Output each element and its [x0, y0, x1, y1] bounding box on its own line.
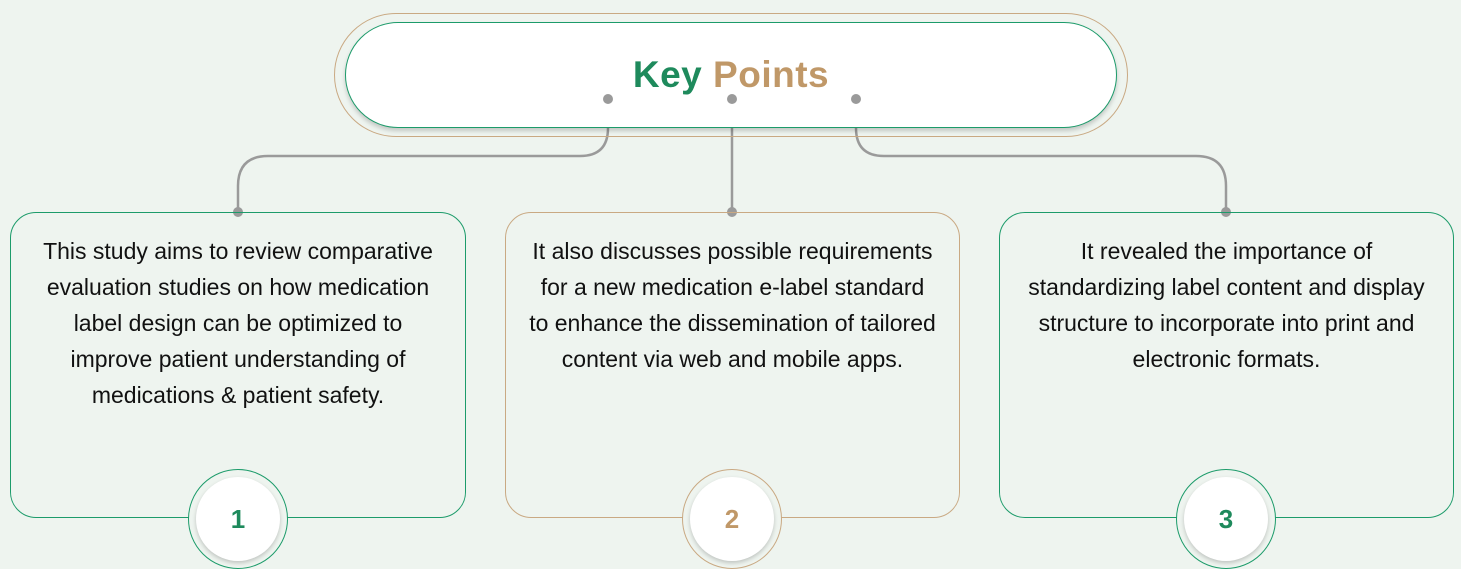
connector-dot	[727, 94, 737, 104]
key-point-number-3: 3	[1184, 477, 1268, 561]
title-word-key: Key	[632, 54, 703, 95]
key-point-text-3: It revealed the importance of standardiz…	[1028, 238, 1425, 372]
key-point-number-1: 1	[196, 477, 280, 561]
key-point-text-2: It also discusses possible requirements …	[529, 238, 936, 372]
page-title: Key Points	[633, 54, 829, 96]
connector-dot	[851, 94, 861, 104]
key-point-number-2: 2	[690, 477, 774, 561]
key-point-text-1: This study aims to review comparative ev…	[43, 238, 433, 408]
title-word-points: Points	[713, 54, 830, 95]
key-points-diagram: Key Points This study aims to review com…	[0, 0, 1461, 569]
title-box: Key Points	[345, 22, 1117, 128]
connector-dot	[603, 94, 613, 104]
